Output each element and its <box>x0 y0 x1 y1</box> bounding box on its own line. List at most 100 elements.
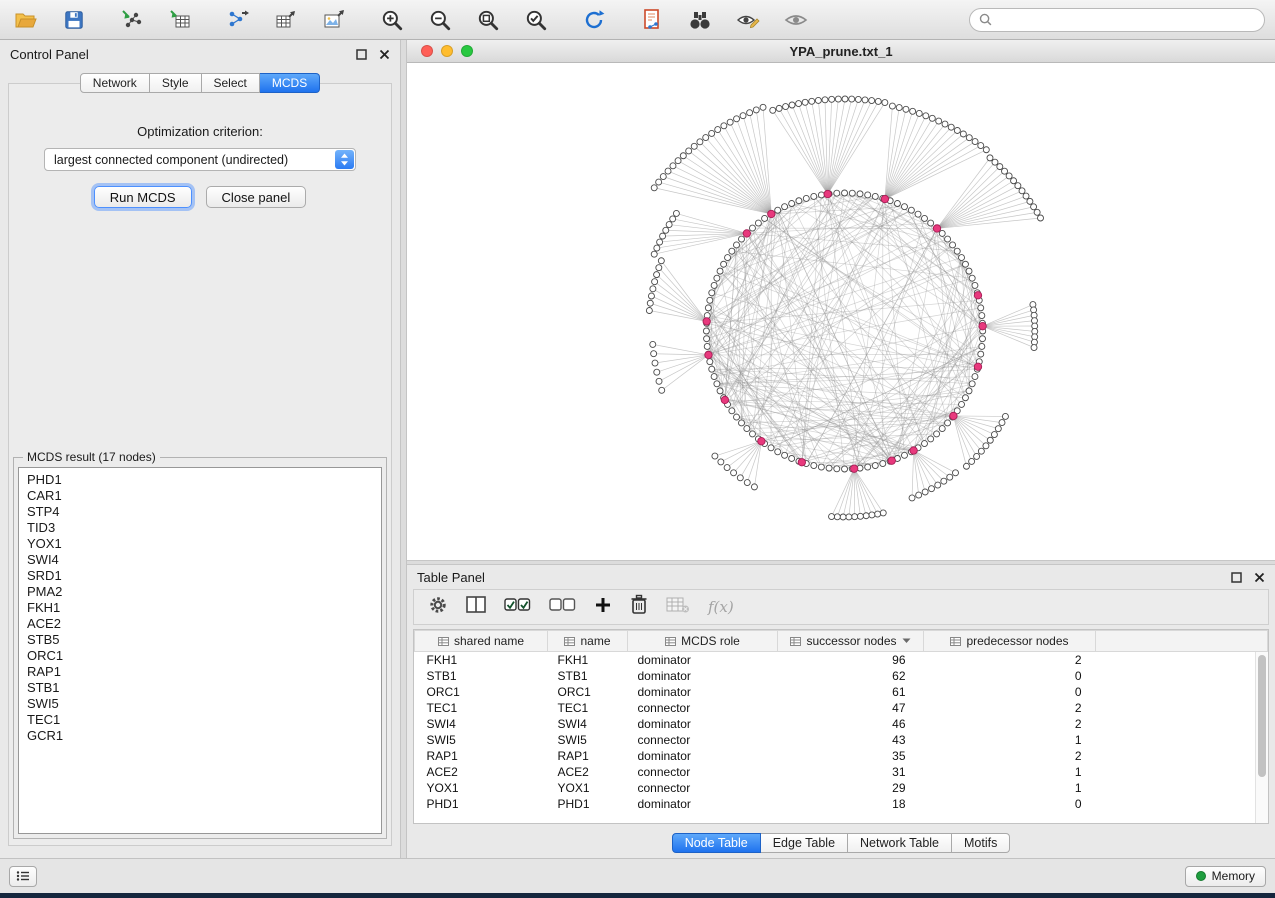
cell-predecessors[interactable]: 0 <box>924 684 1096 700</box>
cell-shared_name[interactable]: TEC1 <box>415 700 548 716</box>
cell-shared_name[interactable]: PHD1 <box>415 796 548 812</box>
mcds-result-item[interactable]: PMA2 <box>27 584 373 600</box>
cell-predecessors[interactable]: 0 <box>924 668 1096 684</box>
mcds-result-list[interactable]: PHD1CAR1STP4TID3YOX1SWI4SRD1PMA2FKH1ACE2… <box>18 467 382 834</box>
export-table-button[interactable] <box>270 4 302 36</box>
column-header-successor-nodes[interactable]: successor nodes <box>778 631 924 652</box>
cell-name[interactable]: RAP1 <box>548 748 628 764</box>
network-graph[interactable] <box>407 63 1275 560</box>
cell-successors[interactable]: 35 <box>778 748 924 764</box>
mcds-result-item[interactable]: SWI5 <box>27 696 373 712</box>
cell-predecessors[interactable]: 1 <box>924 780 1096 796</box>
window-minimize-icon[interactable] <box>441 45 453 57</box>
mcds-result-item[interactable]: ACE2 <box>27 616 373 632</box>
cell-successors[interactable]: 61 <box>778 684 924 700</box>
cell-successors[interactable]: 29 <box>778 780 924 796</box>
memory-button[interactable]: Memory <box>1185 866 1266 887</box>
table-row[interactable]: FKH1FKH1dominator962 <box>415 652 1268 669</box>
scrollbar-thumb[interactable] <box>1258 655 1266 777</box>
share-document-button[interactable] <box>636 4 668 36</box>
mcds-result-item[interactable]: SRD1 <box>27 568 373 584</box>
column-header-shared-name[interactable]: shared name <box>415 631 548 652</box>
mcds-result-item[interactable]: STP4 <box>27 504 373 520</box>
cell-name[interactable]: ACE2 <box>548 764 628 780</box>
window-close-icon[interactable] <box>421 45 433 57</box>
cell-filler[interactable] <box>1096 780 1268 796</box>
cell-successors[interactable]: 18 <box>778 796 924 812</box>
cell-shared_name[interactable]: SWI5 <box>415 732 548 748</box>
zoom-in-button[interactable] <box>376 4 408 36</box>
zoom-fit-button[interactable] <box>472 4 504 36</box>
run-mcds-button[interactable]: Run MCDS <box>94 186 192 208</box>
toolbar-search[interactable] <box>969 8 1265 32</box>
show-details-button[interactable] <box>780 4 812 36</box>
import-network-button[interactable] <box>116 4 148 36</box>
tab-mcds[interactable]: MCDS <box>260 73 320 93</box>
table-scrollbar[interactable] <box>1255 652 1268 823</box>
table-row[interactable]: ORC1ORC1dominator610 <box>415 684 1268 700</box>
mcds-result-item[interactable]: ORC1 <box>27 648 373 664</box>
network-canvas[interactable] <box>407 63 1275 560</box>
mcds-result-item[interactable]: FKH1 <box>27 600 373 616</box>
mcds-result-item[interactable]: RAP1 <box>27 664 373 680</box>
table-row[interactable]: SWI4SWI4dominator462 <box>415 716 1268 732</box>
delete-column-button[interactable] <box>630 594 648 620</box>
table-row[interactable]: STB1STB1dominator620 <box>415 668 1268 684</box>
mcds-result-item[interactable]: PHD1 <box>27 472 373 488</box>
float-table-panel-icon[interactable] <box>1231 572 1242 583</box>
tab-motifs[interactable]: Motifs <box>952 833 1010 853</box>
close-panel-icon[interactable] <box>379 49 390 60</box>
mcds-result-item[interactable]: STB1 <box>27 680 373 696</box>
mcds-result-item[interactable]: GCR1 <box>27 728 373 744</box>
cell-role[interactable]: dominator <box>628 748 778 764</box>
network-window-titlebar[interactable]: YPA_prune.txt_1 <box>407 40 1275 63</box>
cell-name[interactable]: YOX1 <box>548 780 628 796</box>
show-columns-button[interactable] <box>466 596 486 619</box>
cell-name[interactable]: TEC1 <box>548 700 628 716</box>
export-network-button[interactable] <box>222 4 254 36</box>
cell-filler[interactable] <box>1096 716 1268 732</box>
cell-filler[interactable] <box>1096 732 1268 748</box>
table-row[interactable]: PHD1PHD1dominator180 <box>415 796 1268 812</box>
cell-shared_name[interactable]: YOX1 <box>415 780 548 796</box>
select-all-columns-button[interactable] <box>504 598 531 617</box>
cell-predecessors[interactable]: 2 <box>924 748 1096 764</box>
cell-role[interactable]: dominator <box>628 796 778 812</box>
cell-filler[interactable] <box>1096 748 1268 764</box>
criterion-select[interactable]: largest connected component (undirected) <box>44 148 356 171</box>
cell-shared_name[interactable]: STB1 <box>415 668 548 684</box>
tab-node-table[interactable]: Node Table <box>672 833 761 853</box>
cell-name[interactable]: STB1 <box>548 668 628 684</box>
refresh-view-button[interactable] <box>578 4 610 36</box>
cell-predecessors[interactable]: 2 <box>924 652 1096 669</box>
tab-network-table[interactable]: Network Table <box>848 833 952 853</box>
mcds-result-item[interactable]: YOX1 <box>27 536 373 552</box>
table-row[interactable]: RAP1RAP1dominator352 <box>415 748 1268 764</box>
cell-predecessors[interactable]: 0 <box>924 796 1096 812</box>
cell-shared_name[interactable]: ORC1 <box>415 684 548 700</box>
status-menu-button[interactable] <box>9 866 37 887</box>
cell-name[interactable]: SWI4 <box>548 716 628 732</box>
cell-role[interactable]: dominator <box>628 652 778 669</box>
table-row[interactable]: TEC1TEC1connector472 <box>415 700 1268 716</box>
cell-filler[interactable] <box>1096 700 1268 716</box>
column-header-predecessor-nodes[interactable]: predecessor nodes <box>924 631 1096 652</box>
column-header-name[interactable]: name <box>548 631 628 652</box>
tab-edge-table[interactable]: Edge Table <box>761 833 848 853</box>
save-session-button[interactable] <box>58 4 90 36</box>
close-panel-button[interactable]: Close panel <box>206 186 307 208</box>
cell-predecessors[interactable]: 1 <box>924 764 1096 780</box>
mcds-result-item[interactable]: SWI4 <box>27 552 373 568</box>
zoom-selected-button[interactable] <box>520 4 552 36</box>
mcds-result-item[interactable]: CAR1 <box>27 488 373 504</box>
cell-role[interactable]: connector <box>628 732 778 748</box>
annotation-mode-button[interactable] <box>732 4 764 36</box>
table-row[interactable]: SWI5SWI5connector431 <box>415 732 1268 748</box>
cell-successors[interactable]: 43 <box>778 732 924 748</box>
cell-shared_name[interactable]: FKH1 <box>415 652 548 669</box>
cell-role[interactable]: connector <box>628 700 778 716</box>
mcds-result-item[interactable]: TID3 <box>27 520 373 536</box>
create-column-button[interactable] <box>594 596 612 619</box>
column-header-mcds-role[interactable]: MCDS role <box>628 631 778 652</box>
export-image-button[interactable] <box>318 4 350 36</box>
